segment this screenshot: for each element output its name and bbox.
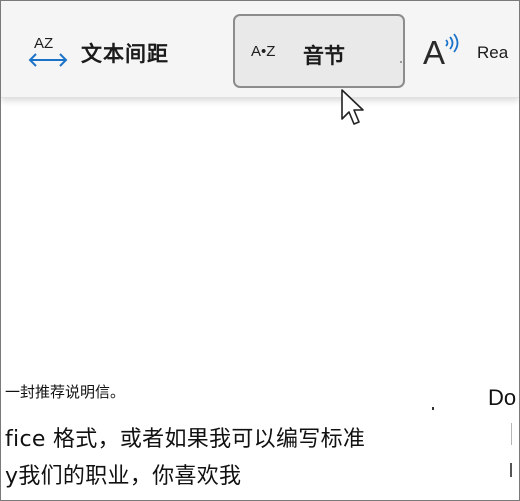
text-spacing-label: 文本间距 [81, 42, 169, 66]
syllables-icon: A•Z [251, 43, 276, 60]
text-spacing-button[interactable]: AZ 文本间距 [27, 31, 169, 75]
read-aloud-button[interactable]: A Rea [421, 31, 508, 75]
scroll-divider [511, 423, 512, 445]
text-caret [510, 463, 512, 477]
document-line-2: fice 格式，或者如果我可以编写标准 [5, 427, 366, 452]
document-line-1: 一封推荐说明信。 [5, 383, 126, 401]
read-aloud-icon: A [421, 31, 465, 75]
syllables-button[interactable]: A•Z 音节 [233, 14, 405, 88]
immersive-reader-window: AZ 文本间距 A•Z 音节 A Rea 一封推荐说明信。 fice 格式，或者… [0, 0, 520, 501]
syllables-button-dot [400, 61, 402, 63]
document-line-3: y我们的职业，你喜欢我 [5, 464, 242, 489]
sound-waves-icon [445, 33, 459, 53]
text-speck [432, 407, 434, 410]
mouse-cursor-icon [341, 89, 364, 125]
text-spacing-icon: AZ [27, 33, 71, 73]
read-aloud-label: Rea [477, 43, 509, 62]
syllables-label: 音节 [303, 44, 345, 68]
reader-toolbar: AZ 文本间距 A•Z 音节 A Rea [1, 1, 519, 98]
document-right-fragment: Do [488, 385, 517, 410]
double-arrow-icon [28, 53, 68, 67]
